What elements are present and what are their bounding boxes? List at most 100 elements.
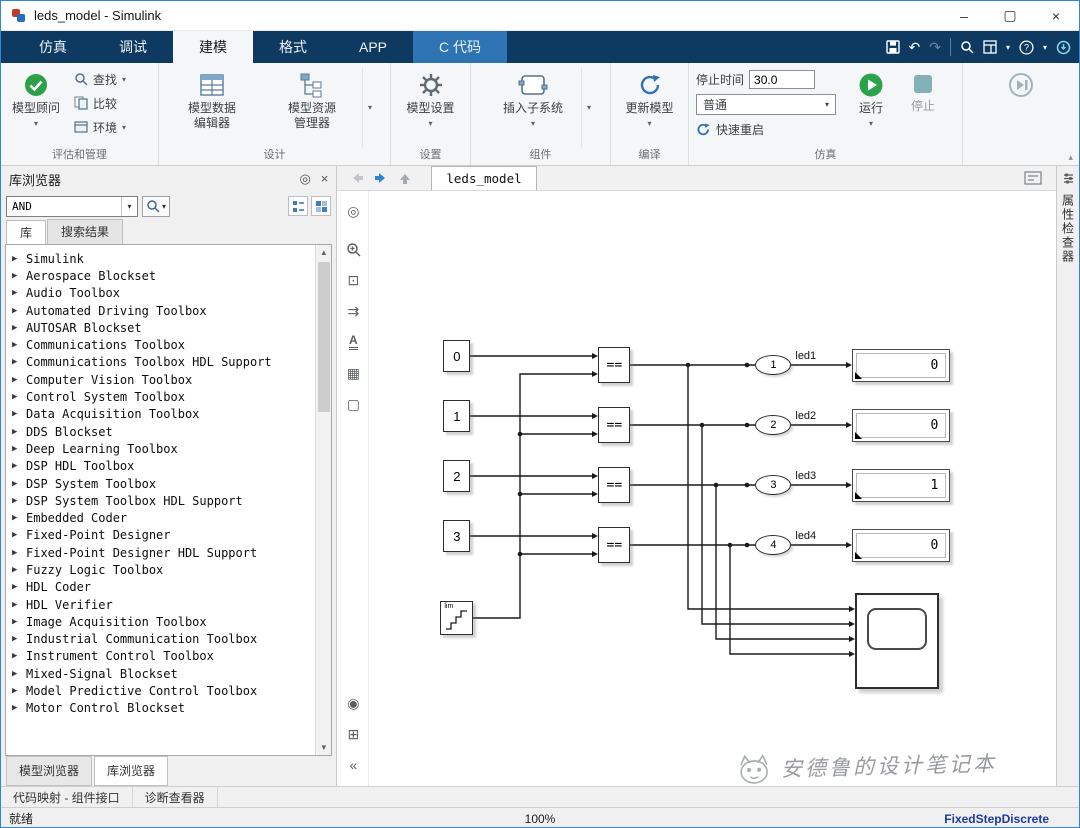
auto-arrange-icon[interactable]: ⇉ <box>337 299 369 323</box>
tree-item[interactable]: ▶Audio Toolbox <box>12 285 315 302</box>
step-forward-button[interactable] <box>1004 67 1038 100</box>
scope-block[interactable] <box>855 593 939 689</box>
display-block[interactable]: 0 <box>852 529 950 562</box>
relational-operator-block[interactable]: == <box>598 527 630 563</box>
tree-item[interactable]: ▶Model Predictive Control Toolbox <box>12 682 315 699</box>
design-gallery-button[interactable]: ▾ <box>362 67 377 147</box>
tree-item[interactable]: ▶Fixed-Point Designer HDL Support <box>12 544 315 561</box>
display-block[interactable]: 0 <box>852 409 950 442</box>
simulation-mode-dropdown[interactable]: 普通▾ <box>696 94 836 115</box>
model-advisor-button[interactable]: 模型顾问 ▾ <box>4 67 68 130</box>
scroll-down-icon[interactable]: ▼ <box>316 740 331 755</box>
relational-operator-block[interactable]: == <box>598 467 630 503</box>
redo-icon[interactable]: ↷ <box>929 39 941 56</box>
close-panel-icon[interactable]: × <box>321 171 329 187</box>
tree-item[interactable]: ▶Computer Vision Toolbox <box>12 371 315 388</box>
tree-item[interactable]: ▶Deep Learning Toolbox <box>12 440 315 457</box>
code-mappings-button[interactable]: 代码映射 - 组件接口 <box>1 787 133 807</box>
tree-scrollbar[interactable]: ▲ ▼ <box>315 245 331 755</box>
tab-library-browser[interactable]: 库浏览器 <box>94 756 168 786</box>
constant-block[interactable]: 2 <box>443 460 470 492</box>
back-icon[interactable] <box>345 166 369 190</box>
annotation-icon[interactable]: A <box>337 330 369 354</box>
diagnostic-viewer-button[interactable]: 诊断查看器 <box>133 787 218 807</box>
tab-model-browser[interactable]: 模型浏览器 <box>6 756 92 786</box>
update-model-button[interactable]: 更新模型 ▾ <box>617 67 683 130</box>
breadcrumb-model-tab[interactable]: leds_model <box>431 166 536 190</box>
find-button[interactable]: 查找▾ <box>68 67 132 91</box>
tree-item[interactable]: ▶Fixed-Point Designer <box>12 527 315 544</box>
library-search-combo[interactable]: AND ▾ <box>6 196 138 217</box>
tree-item[interactable]: ▶Image Acquisition Toolbox <box>12 613 315 630</box>
tree-item[interactable]: ▶Simulink <box>12 250 315 267</box>
subsystem-badge-icon[interactable]: ⊞ <box>337 722 369 746</box>
image-icon[interactable]: ▦ <box>337 361 369 385</box>
tab-debug[interactable]: 调试 <box>93 31 173 63</box>
tree-item[interactable]: ▶Communications Toolbox <box>12 336 315 353</box>
insert-subsystem-button[interactable]: 插入子系统 ▾ <box>485 67 581 130</box>
float-panel-icon[interactable]: ◎ <box>299 171 310 187</box>
tree-item[interactable]: ▶DSP HDL Toolbox <box>12 458 315 475</box>
forward-icon[interactable] <box>369 166 393 190</box>
tree-item[interactable]: ▶HDL Coder <box>12 579 315 596</box>
search-options-button[interactable]: ▾ <box>142 196 170 217</box>
list-view-button[interactable] <box>288 196 308 216</box>
display-block[interactable]: 0 <box>852 349 950 382</box>
maximize-button[interactable]: ▢ <box>987 1 1033 30</box>
stop-button[interactable]: 停止 <box>898 67 948 116</box>
zoom-in-icon[interactable] <box>337 237 369 261</box>
chevron-down-icon[interactable]: ▾ <box>1006 43 1010 52</box>
viewmark-icon[interactable]: ◉ <box>337 691 369 715</box>
tab-search-results[interactable]: 搜索结果 <box>47 219 123 244</box>
component-gallery-button[interactable]: ▾ <box>581 67 596 147</box>
model-data-editor-button[interactable]: 模型数据编辑器 <box>162 67 262 133</box>
property-inspector-strip[interactable]: 属性检查器 <box>1056 166 1079 786</box>
scroll-up-icon[interactable]: ▲ <box>316 245 331 260</box>
tab-simulation[interactable]: 仿真 <box>13 31 93 63</box>
tree-item[interactable]: ▶DSP System Toolbox HDL Support <box>12 492 315 509</box>
compare-button[interactable]: 比较 <box>68 91 132 115</box>
tree-item[interactable]: ▶Data Acquisition Toolbox <box>12 406 315 423</box>
tree-item[interactable]: ▶Mixed-Signal Blockset <box>12 665 315 682</box>
collapse-ribbon-icon[interactable]: ▴ <box>1068 152 1073 163</box>
tree-item[interactable]: ▶DDS Blockset <box>12 423 315 440</box>
model-settings-button[interactable]: 模型设置 ▾ <box>399 67 463 130</box>
tab-format[interactable]: 格式 <box>253 31 333 63</box>
annotations-icon[interactable] <box>1024 171 1042 185</box>
fast-restart-button[interactable]: 快速重启 <box>696 119 840 140</box>
tree-item[interactable]: ▶HDL Verifier <box>12 596 315 613</box>
tab-library[interactable]: 库 <box>6 220 46 245</box>
tree-item[interactable]: ▶Control System Toolbox <box>12 388 315 405</box>
counter-limited-block[interactable]: lim <box>440 601 473 635</box>
tab-c-code[interactable]: C 代码 <box>413 31 507 63</box>
display-block[interactable]: 1 <box>852 469 950 502</box>
tree-item[interactable]: ▶DSP System Toolbox <box>12 475 315 492</box>
undo-icon[interactable]: ↶ <box>909 39 921 56</box>
search-icon[interactable] <box>960 40 974 54</box>
tree-item[interactable]: ▶Industrial Communication Toolbox <box>12 631 315 648</box>
area-icon[interactable]: ▢ <box>337 392 369 416</box>
minimize-button[interactable]: – <box>941 1 987 30</box>
tree-item[interactable]: ▶Aerospace Blockset <box>12 267 315 284</box>
layout-icon[interactable] <box>983 40 997 54</box>
constant-block[interactable]: 1 <box>443 400 470 432</box>
tab-modeling[interactable]: 建模 <box>173 31 253 63</box>
run-button[interactable]: 运行 ▾ <box>844 67 898 130</box>
fit-to-view-icon[interactable]: ⊡ <box>337 268 369 292</box>
tree-item[interactable]: ▶AUTOSAR Blockset <box>12 319 315 336</box>
model-explorer-button[interactable]: 模型资源管理器 <box>262 67 362 133</box>
stop-time-input[interactable] <box>749 70 815 89</box>
tree-item[interactable]: ▶Automated Driving Toolbox <box>12 302 315 319</box>
collapse-browser-icon[interactable]: « <box>337 753 369 777</box>
tree-item[interactable]: ▶Communications Toolbox HDL Support <box>12 354 315 371</box>
scrollbar-thumb[interactable] <box>318 262 330 412</box>
tree-item[interactable]: ▶Motor Control Blockset <box>12 700 315 717</box>
tree-item[interactable]: ▶Instrument Control Toolbox <box>12 648 315 665</box>
navigate-icon[interactable]: ◎ <box>337 199 369 223</box>
relational-operator-block[interactable]: == <box>598 347 630 383</box>
constant-block[interactable]: 0 <box>443 340 470 372</box>
tree-item[interactable]: ▶Embedded Coder <box>12 509 315 526</box>
relational-operator-block[interactable]: == <box>598 407 630 443</box>
tab-apps[interactable]: APP <box>333 31 413 63</box>
constant-block[interactable]: 3 <box>443 520 470 552</box>
